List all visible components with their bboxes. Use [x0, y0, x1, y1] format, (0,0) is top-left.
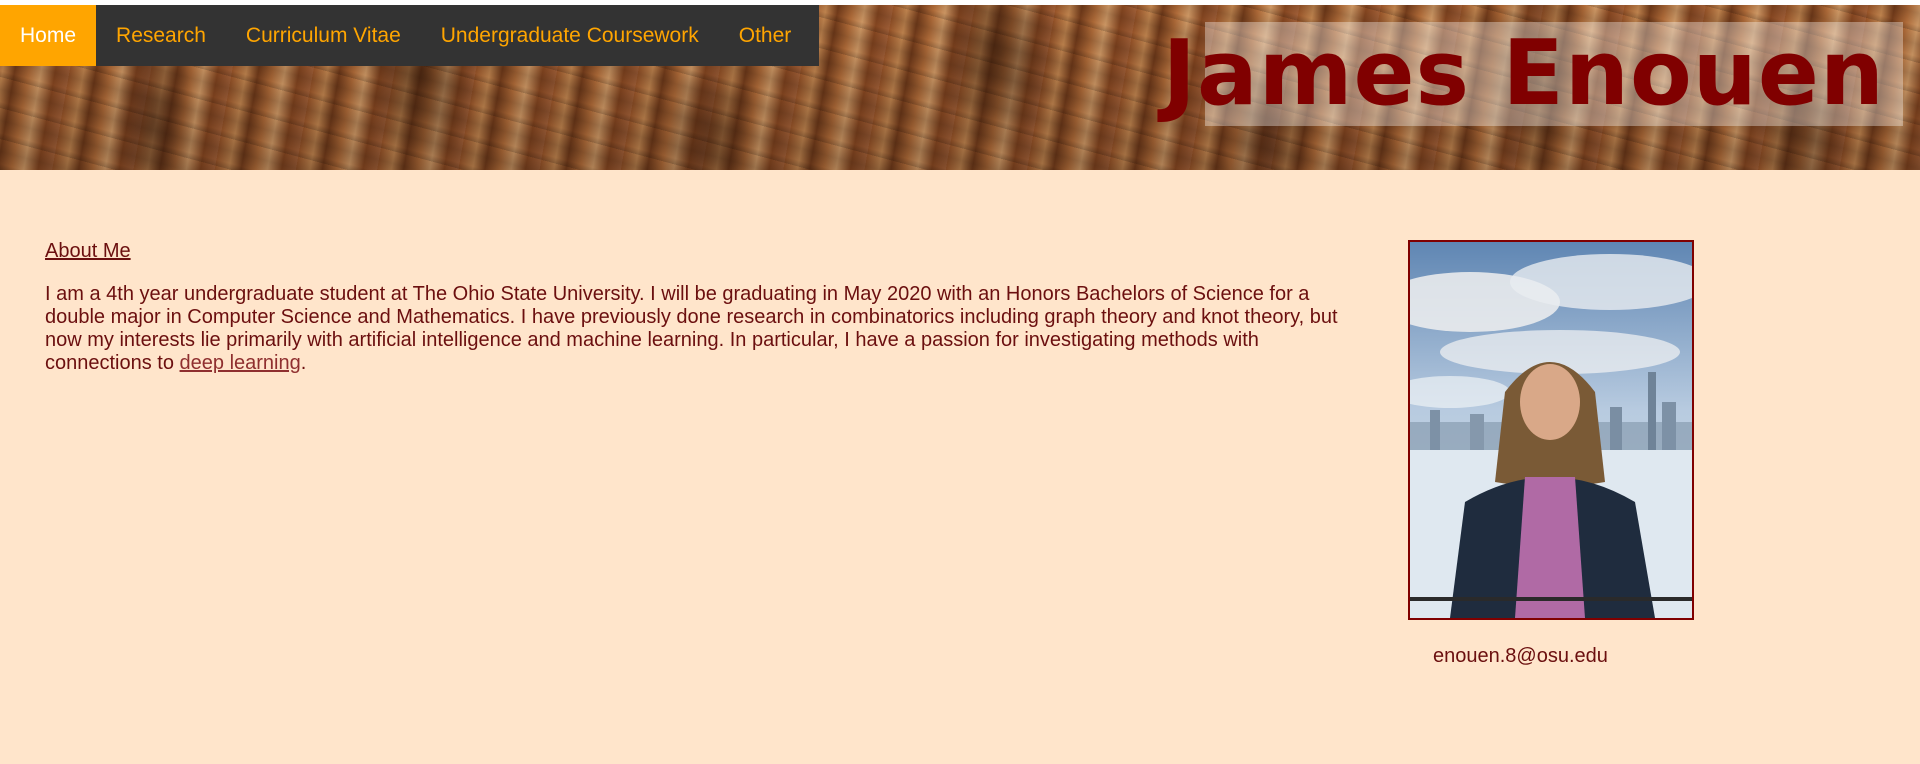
portrait-illustration — [1410, 242, 1692, 618]
deep-learning-link[interactable]: deep learning — [180, 352, 301, 374]
main-content: About Me I am a 4th year undergraduate s… — [45, 240, 1345, 375]
nav-curriculum-vitae[interactable]: Curriculum Vitae — [226, 5, 421, 66]
header-banner: Home Research Curriculum Vitae Undergrad… — [0, 5, 1920, 170]
nav-other[interactable]: Other — [719, 5, 812, 66]
about-heading: About Me — [45, 240, 131, 262]
nav-undergraduate-coursework[interactable]: Undergraduate Coursework — [421, 5, 719, 66]
title-box: James Enouen — [1162, 22, 1903, 126]
about-text-end: . — [300, 352, 307, 374]
site-title: James Enouen — [1162, 21, 1885, 126]
about-paragraph: I am a 4th year undergraduate student at… — [45, 283, 1345, 375]
nav-home[interactable]: Home — [0, 5, 97, 66]
top-nav: Home Research Curriculum Vitae Undergrad… — [0, 5, 819, 66]
nav-research[interactable]: Research — [96, 5, 226, 66]
email-address: enouen.8@osu.edu — [1433, 645, 1608, 667]
portrait-photo — [1408, 240, 1694, 620]
